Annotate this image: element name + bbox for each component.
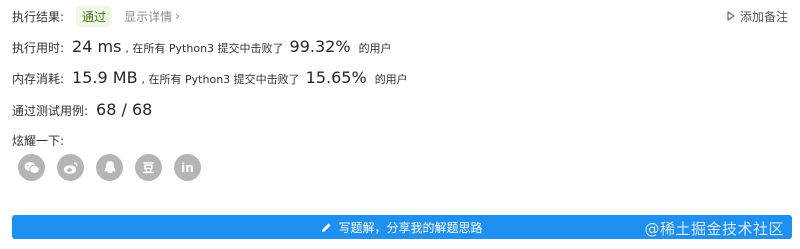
memory-percent: 15.65% <box>305 68 367 87</box>
runtime-row: 执行用时: 24 ms , 在所有 Python3 提交中击败了 99.32% … <box>12 37 392 56</box>
linkedin-icon[interactable]: in <box>174 154 201 181</box>
qq-icon[interactable] <box>96 154 123 181</box>
show-details-label: 显示详情 <box>124 9 173 24</box>
share-label: 炫耀一下: <box>12 134 65 148</box>
status-badge: 通过 <box>76 5 113 27</box>
douban-icon[interactable]: 豆 <box>135 154 162 181</box>
tests-value: 68 / 68 <box>96 100 153 119</box>
write-solution-label: 写题解，分享我的解题思路 <box>338 220 483 235</box>
add-note-label: 添加备注 <box>739 9 788 24</box>
chevron-right-icon: › <box>175 9 180 23</box>
result-row: 执行结果: 通过 显示详情 › 添加备注 <box>12 5 788 27</box>
memory-row: 内存消耗: 15.9 MB , 在所有 Python3 提交中击败了 15.65… <box>12 68 408 87</box>
add-note-button[interactable]: 添加备注 <box>726 6 788 26</box>
share-icons: 豆 in <box>18 154 213 181</box>
show-details-link[interactable]: 显示详情 › <box>124 8 180 25</box>
tests-label: 通过测试用例: <box>12 104 89 118</box>
pencil-icon <box>322 223 331 232</box>
play-outline-icon <box>727 11 735 21</box>
tests-row: 通过测试用例: 68 / 68 <box>12 100 152 119</box>
memory-users: 的用户 <box>374 73 408 86</box>
watermark: @稀土掘金技术社区 <box>644 220 784 238</box>
result-label: 执行结果: <box>12 9 65 24</box>
memory-sentence: , 在所有 Python3 提交中击败了 <box>141 73 300 86</box>
weibo-icon[interactable] <box>57 154 84 181</box>
runtime-value: 24 ms <box>72 37 122 56</box>
runtime-percent: 99.32% <box>289 37 351 56</box>
runtime-label: 执行用时: <box>12 41 65 55</box>
memory-value: 15.9 MB <box>72 68 138 87</box>
wechat-icon[interactable] <box>18 154 45 181</box>
submission-result-panel: 执行结果: 通过 显示详情 › 添加备注 执行用时: 24 ms , 在所有 P… <box>0 0 800 249</box>
runtime-sentence: , 在所有 Python3 提交中击败了 <box>125 42 284 55</box>
memory-label: 内存消耗: <box>12 72 65 86</box>
runtime-users: 的用户 <box>358 42 392 55</box>
